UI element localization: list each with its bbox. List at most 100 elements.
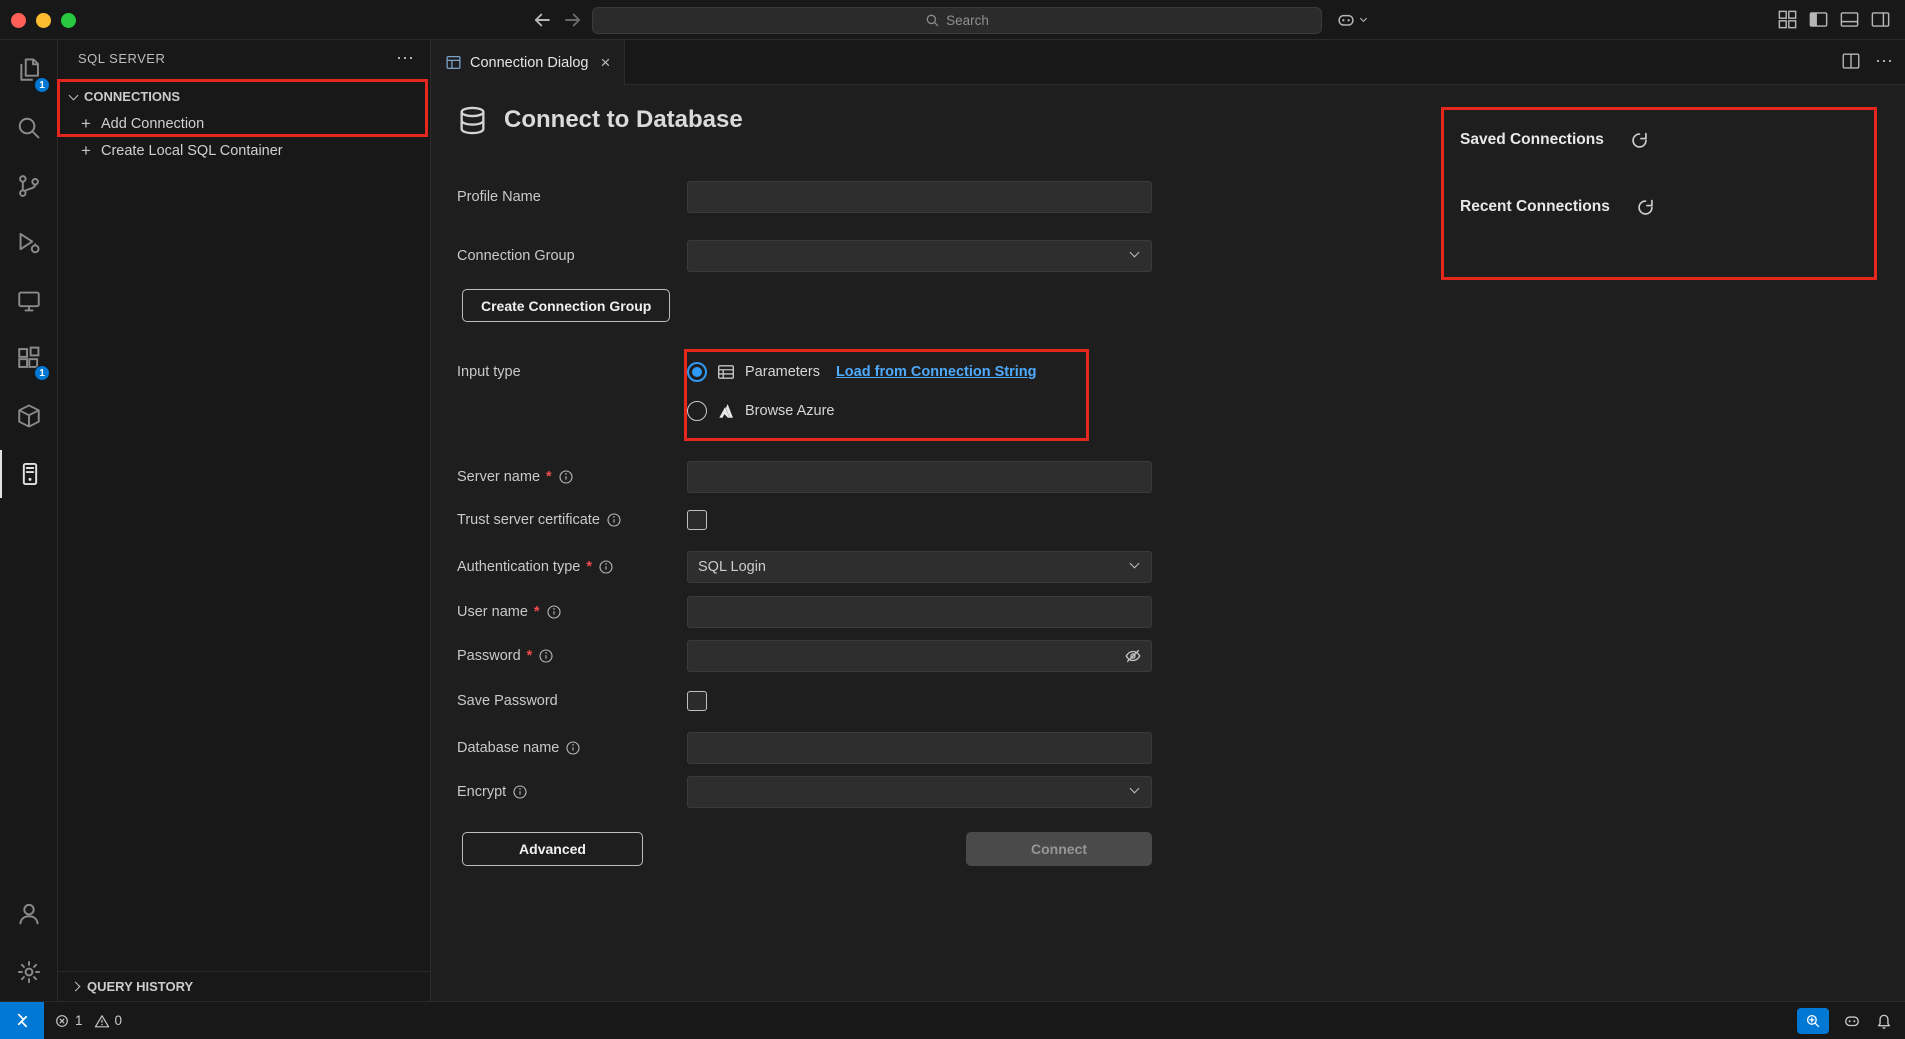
search-icon <box>925 13 940 28</box>
trust-server-certificate-label: Trust server certificate <box>457 512 600 528</box>
info-icon[interactable] <box>538 648 554 664</box>
connection-group-select[interactable] <box>687 240 1152 272</box>
parameters-option-label: Parameters <box>745 364 820 380</box>
input-type-parameters-option[interactable]: Parameters Load from Connection String <box>687 358 1037 386</box>
problems-indicator[interactable]: 1 0 <box>54 1013 122 1029</box>
refresh-recent-connections-button[interactable] <box>1636 198 1655 217</box>
required-marker: * <box>546 469 552 485</box>
create-local-sql-container-item[interactable]: + Create Local SQL Container <box>58 137 430 164</box>
create-connection-group-button[interactable]: Create Connection Group <box>462 289 670 322</box>
split-editor-button[interactable] <box>1841 51 1861 71</box>
sidebar-more-actions-button[interactable]: ⋯ <box>396 49 414 67</box>
toggle-panel-button[interactable] <box>1839 9 1860 30</box>
parameters-radio[interactable] <box>687 362 707 382</box>
authentication-type-row: Authentication type * SQL Login <box>457 551 1152 583</box>
parameters-icon <box>717 363 735 381</box>
activity-run-debug[interactable] <box>0 219 57 267</box>
query-history-label: QUERY HISTORY <box>87 979 193 994</box>
info-icon[interactable] <box>558 469 574 485</box>
chevron-down-icon <box>1360 15 1367 22</box>
extensions-badge: 1 <box>34 365 50 381</box>
warnings-count: 0 <box>115 1013 123 1028</box>
advanced-button[interactable]: Advanced <box>462 832 643 866</box>
add-icon: + <box>78 114 94 134</box>
editor-more-actions-button[interactable]: ⋯ <box>1875 52 1893 70</box>
trust-server-certificate-checkbox[interactable] <box>687 510 707 530</box>
close-window-button[interactable] <box>11 13 26 28</box>
zoom-status-button[interactable] <box>1797 1008 1829 1034</box>
refresh-saved-connections-button[interactable] <box>1630 131 1649 150</box>
load-from-connection-string-link[interactable]: Load from Connection String <box>836 364 1037 380</box>
copilot-menu-button[interactable] <box>1336 10 1366 30</box>
connect-button[interactable]: Connect <box>966 832 1152 866</box>
forward-button[interactable] <box>562 9 584 31</box>
title-bar: Search <box>0 0 1905 40</box>
connection-dialog-tab-icon <box>445 54 462 71</box>
info-icon[interactable] <box>598 559 614 575</box>
activity-settings[interactable] <box>0 948 57 996</box>
required-marker: * <box>586 559 592 575</box>
activity-sql-server[interactable] <box>0 450 57 498</box>
connections-section-header[interactable]: CONNECTIONS <box>58 83 430 110</box>
encrypt-select[interactable] <box>687 776 1152 808</box>
minimize-window-button[interactable] <box>36 13 51 28</box>
input-type-row: Input type Parameters Load from Connecti… <box>457 358 1037 425</box>
activity-search[interactable] <box>0 104 57 152</box>
profile-name-row: Profile Name <box>457 181 1152 213</box>
user-name-input[interactable] <box>687 596 1152 628</box>
editor-area: Connection Dialog × ⋯ Connect to Databas… <box>431 40 1905 1001</box>
copilot-status-icon[interactable] <box>1843 1012 1861 1030</box>
add-connection-item[interactable]: + Add Connection <box>58 110 430 137</box>
activity-bar: 1 1 <box>0 40 58 1001</box>
back-button[interactable] <box>531 9 553 31</box>
workbench: 1 1 SQL SERVER <box>0 40 1905 1001</box>
connections-browser-panel: Saved Connections Recent Connections <box>1460 126 1655 221</box>
password-input[interactable] <box>687 640 1152 672</box>
tab-label: Connection Dialog <box>470 55 589 71</box>
server-name-input[interactable] <box>687 461 1152 493</box>
chevron-down-icon <box>1130 559 1140 569</box>
info-icon[interactable] <box>546 604 562 620</box>
input-type-browse-azure-option[interactable]: Browse Azure <box>687 397 1037 425</box>
info-icon[interactable] <box>565 740 581 756</box>
profile-name-label: Profile Name <box>457 189 541 205</box>
warnings-icon <box>94 1013 110 1029</box>
server-name-row: Server name * <box>457 461 1152 493</box>
tab-connection-dialog[interactable]: Connection Dialog × <box>431 40 625 85</box>
toggle-password-visibility-icon[interactable] <box>1124 647 1142 665</box>
search-box[interactable]: Search <box>592 7 1322 34</box>
activity-explorer[interactable]: 1 <box>0 46 57 94</box>
activity-containers[interactable] <box>0 392 57 440</box>
remote-indicator[interactable] <box>0 1002 44 1039</box>
query-history-section-header[interactable]: QUERY HISTORY <box>58 971 430 1001</box>
activity-extensions[interactable]: 1 <box>0 334 57 382</box>
maximize-window-button[interactable] <box>61 13 76 28</box>
activity-source-control[interactable] <box>0 162 57 210</box>
profile-name-input[interactable] <box>687 181 1152 213</box>
copilot-icon <box>1336 10 1356 30</box>
customize-layout-button[interactable] <box>1777 9 1798 30</box>
user-name-row: User name * <box>457 596 1152 628</box>
user-name-label: User name <box>457 604 528 620</box>
browse-azure-radio[interactable] <box>687 401 707 421</box>
encrypt-label: Encrypt <box>457 784 506 800</box>
activity-accounts[interactable] <box>0 890 57 938</box>
notifications-bell-icon[interactable] <box>1875 1012 1893 1030</box>
tab-bar: Connection Dialog × ⋯ <box>431 40 1905 85</box>
save-password-checkbox[interactable] <box>687 691 707 711</box>
toggle-primary-sidebar-button[interactable] <box>1808 9 1829 30</box>
toggle-secondary-sidebar-button[interactable] <box>1870 9 1891 30</box>
save-password-row: Save Password <box>457 685 707 717</box>
info-icon[interactable] <box>512 784 528 800</box>
authentication-type-select[interactable]: SQL Login <box>687 551 1152 583</box>
activity-remote-explorer[interactable] <box>0 277 57 325</box>
close-tab-button[interactable]: × <box>597 53 615 73</box>
database-name-input[interactable] <box>687 732 1152 764</box>
recent-connections-row: Recent Connections <box>1460 193 1655 221</box>
sidebar-title: SQL SERVER <box>78 51 165 66</box>
status-bar-right <box>1797 1008 1905 1034</box>
info-icon[interactable] <box>606 512 622 528</box>
server-name-label: Server name <box>457 469 540 485</box>
status-bar: 1 0 <box>0 1001 1905 1039</box>
azure-icon <box>717 402 735 420</box>
